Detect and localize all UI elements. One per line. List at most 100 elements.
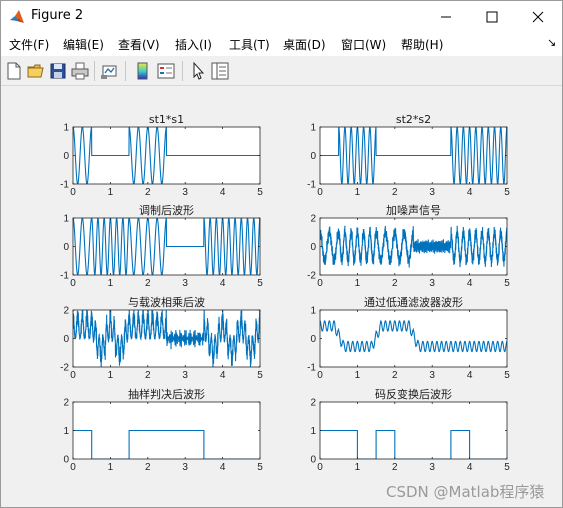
menu-view[interactable]: 查看(V) — [118, 36, 160, 53]
x-tick-label: 2 — [392, 278, 398, 289]
subplot-title: 通过低通滤波器波形 — [364, 296, 463, 309]
y-tick-label: 0 — [63, 334, 69, 345]
save-icon[interactable] — [48, 61, 68, 81]
x-tick-label: 5 — [504, 462, 510, 473]
subplot-title: 调制后波形 — [139, 204, 194, 217]
y-tick-label: 2 — [63, 306, 69, 317]
open-file-icon[interactable] — [26, 61, 46, 81]
x-tick-label: 4 — [220, 370, 226, 381]
y-tick-label: -1 — [307, 363, 316, 374]
x-tick-label: 3 — [429, 278, 435, 289]
minimize-button[interactable] — [423, 1, 469, 32]
y-tick-label: -2 — [307, 271, 316, 282]
subplot-3[interactable]: 0 1 2 3 4 5-101调制后波形 — [60, 204, 263, 289]
y-tick-label: 0 — [310, 151, 316, 162]
toolbar-separator — [94, 61, 95, 81]
x-tick-label: 4 — [467, 370, 473, 381]
x-tick-label: 1 — [108, 462, 114, 473]
axes-background — [320, 310, 507, 367]
x-tick-label: 3 — [182, 187, 188, 198]
subplot-6[interactable]: 0 1 2 3 4 5-101通过低通滤波器波形 — [307, 296, 510, 381]
x-tick-label: 0 — [317, 187, 323, 198]
y-tick-label: -1 — [60, 271, 69, 282]
subplot-title: 抽样判决后波形 — [128, 387, 205, 401]
subplot-2[interactable]: 0 1 2 3 4 5-101st2*s2 — [307, 113, 510, 198]
print-icon[interactable] — [70, 61, 90, 81]
x-tick-label: 5 — [257, 370, 263, 381]
x-tick-label: 5 — [504, 370, 510, 381]
y-tick-label: -1 — [60, 180, 69, 191]
matlab-logo-icon — [10, 10, 24, 23]
minimize-icon — [441, 16, 451, 17]
close-icon — [532, 11, 544, 22]
subplot-8[interactable]: 0 1 2 3 4 5 0 1 2 码反变换后波形 — [310, 387, 510, 473]
menu-file[interactable]: 文件(F) — [9, 36, 49, 53]
x-tick-label: 4 — [467, 462, 473, 473]
y-tick-label: 1 — [310, 123, 316, 134]
x-tick-label: 3 — [429, 370, 435, 381]
menu-help[interactable]: 帮助(H) — [401, 36, 443, 53]
title-bar[interactable]: Figure 2 — [1, 1, 562, 32]
link-plot-icon[interactable] — [100, 61, 120, 81]
pointer-icon[interactable] — [188, 61, 208, 81]
x-tick-label: 2 — [145, 462, 151, 473]
menu-desktop[interactable]: 桌面(D) — [283, 36, 326, 53]
x-tick-label: 0 — [70, 370, 76, 381]
x-tick-label: 1 — [108, 278, 114, 289]
x-tick-label: 3 — [429, 187, 435, 198]
subplot-5[interactable]: 0 1 2 3 4 5-202与载波相乘后波 — [60, 296, 263, 381]
toolbar-separator — [125, 61, 126, 81]
x-tick-label: 4 — [220, 278, 226, 289]
new-figure-icon[interactable] — [4, 61, 24, 81]
maximize-icon — [486, 11, 498, 22]
insert-colorbar-icon[interactable] — [133, 61, 153, 81]
x-tick-label: 2 — [145, 370, 151, 381]
x-tick-label: 1 — [355, 278, 361, 289]
x-tick-label: 3 — [182, 462, 188, 473]
subplot-title: 与载波相乘后波 — [128, 296, 205, 309]
figure-canvas: 0 1 2 3 4 5 -1 0 1 st1*s1 0 1 2 3 4 5 -1 0 1 st2*s2 0 1 2 3 4 5 -1… — [1, 87, 562, 507]
y-tick-label: 2 — [310, 214, 316, 225]
subplot-1[interactable]: 0 1 2 3 4 5-101st1*s1 — [60, 113, 263, 198]
subplots-area: 0 1 2 3 4 5-101st1*s10 1 2 3 4 5-101st2*s20 1 2 3 4 5-1… — [60, 113, 510, 473]
x-tick-label: 1 — [108, 187, 114, 198]
subplot-7[interactable]: 0 1 2 3 4 5 0 1 2 抽样判决后波形 — [63, 387, 263, 473]
x-tick-label: 5 — [504, 278, 510, 289]
dock-arrow-icon[interactable]: ↘ — [547, 36, 556, 49]
x-tick-label: 2 — [145, 278, 151, 289]
maximize-button[interactable] — [469, 1, 515, 32]
x-tick-label: 5 — [257, 187, 263, 198]
watermark: CSDN @Matlab程序猿 — [386, 483, 545, 501]
y-tick-label: 0 — [310, 455, 316, 466]
menu-tools[interactable]: 工具(T) — [229, 36, 270, 53]
y-tick-label: 0 — [63, 455, 69, 466]
x-tick-label: 0 — [70, 278, 76, 289]
subplot-title: st1*s1 — [149, 113, 184, 126]
x-tick-label: 4 — [467, 187, 473, 198]
x-tick-label: 2 — [392, 187, 398, 198]
menu-edit[interactable]: 编辑(E) — [63, 36, 104, 53]
window-title: Figure 2 — [31, 8, 84, 23]
x-tick-label: 3 — [429, 462, 435, 473]
x-tick-label: 0 — [70, 462, 76, 473]
subplot-4[interactable]: 0 1 2 3 4 5-202加噪声信号 — [307, 203, 510, 289]
y-tick-label: 1 — [310, 306, 316, 317]
subplot-title: 加噪声信号 — [386, 203, 441, 217]
x-tick-label: 2 — [145, 187, 151, 198]
close-button[interactable] — [515, 1, 561, 32]
y-tick-label: 1 — [310, 426, 316, 437]
x-tick-label: 2 — [392, 462, 398, 473]
x-tick-label: 4 — [220, 462, 226, 473]
x-tick-label: 5 — [257, 462, 263, 473]
insert-legend-icon[interactable] — [156, 61, 176, 81]
y-tick-label: 0 — [310, 334, 316, 345]
y-tick-label: -2 — [60, 363, 69, 374]
x-tick-label: 0 — [317, 462, 323, 473]
x-tick-label: 2 — [392, 370, 398, 381]
x-tick-label: 5 — [504, 187, 510, 198]
x-tick-label: 1 — [108, 370, 114, 381]
x-tick-label: 4 — [220, 187, 226, 198]
plot-browser-icon[interactable] — [210, 61, 230, 81]
menu-insert[interactable]: 插入(I) — [175, 36, 212, 53]
menu-window[interactable]: 窗口(W) — [341, 36, 386, 53]
